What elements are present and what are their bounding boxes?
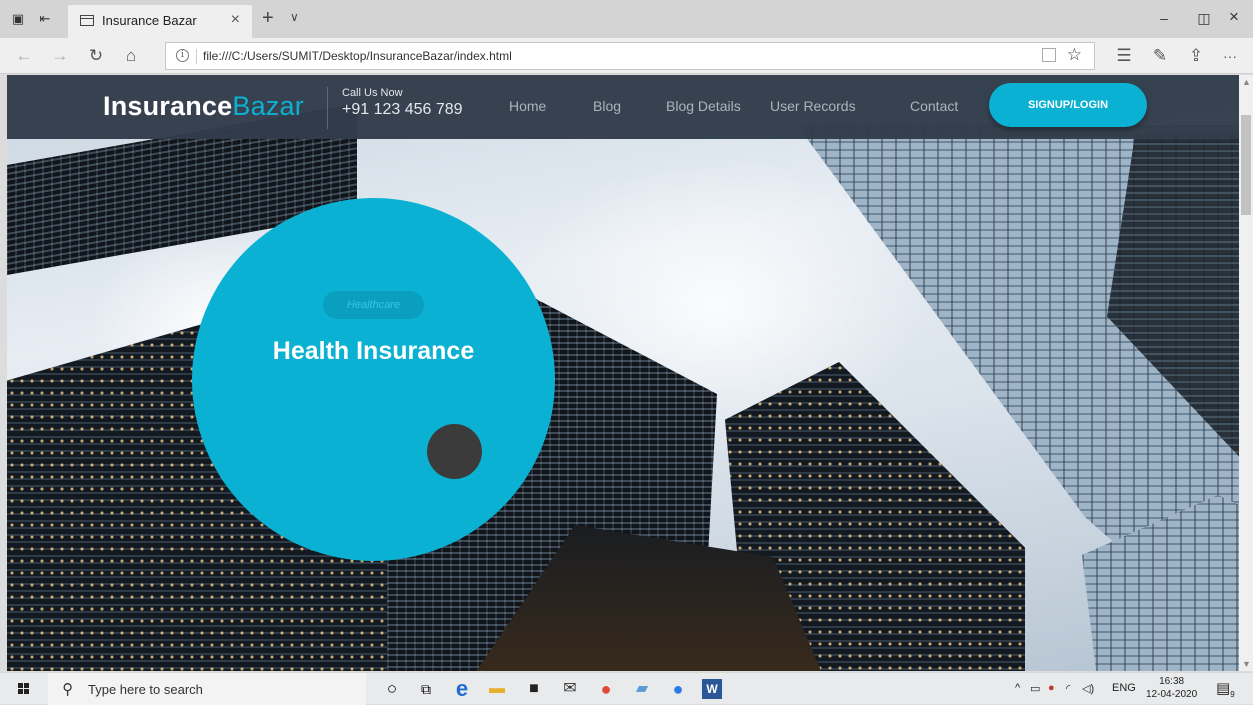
address-separator xyxy=(196,49,197,64)
browser-tab[interactable]: Insurance Bazar × xyxy=(68,5,252,38)
scroll-down-icon[interactable]: ▼ xyxy=(1242,659,1251,669)
photos-icon[interactable]: ▰ xyxy=(630,677,654,701)
site-header: InsuranceBazar Call Us Now +91 123 456 7… xyxy=(7,75,1239,139)
call-number[interactable]: +91 123 456 789 xyxy=(342,101,463,119)
brand-light: Bazar xyxy=(232,91,304,121)
favorites-list-icon[interactable]: ☰ xyxy=(1114,46,1134,66)
notification-center-icon[interactable]: ▤9 xyxy=(1216,679,1235,699)
windows-start-icon[interactable] xyxy=(18,683,30,695)
scroll-up-icon[interactable]: ▲ xyxy=(1242,77,1251,87)
new-tab-icon[interactable]: + xyxy=(262,7,274,30)
call-label: Call Us Now xyxy=(342,87,403,99)
task-view-icon[interactable]: ⧉ xyxy=(414,677,438,701)
taskbar-search[interactable]: ⚲ Type here to search xyxy=(48,673,366,705)
network-error-icon[interactable]: ● xyxy=(1048,682,1055,694)
pen-notes-icon[interactable]: ✎ xyxy=(1150,46,1170,66)
url-text[interactable]: file:///C:/Users/SUMIT/Desktop/Insurance… xyxy=(203,49,512,63)
restore-button[interactable]: ◫ xyxy=(1192,10,1216,27)
header-divider xyxy=(327,87,328,129)
more-menu-icon[interactable]: ··· xyxy=(1220,46,1240,66)
file-explorer-icon[interactable]: ▬ xyxy=(485,677,509,701)
forward-arrow-icon[interactable]: → xyxy=(50,46,70,66)
app-icon[interactable]: ● xyxy=(666,677,690,701)
language-indicator[interactable]: ENG xyxy=(1112,682,1136,694)
play-button[interactable] xyxy=(427,424,482,479)
nav-blog-details[interactable]: Blog Details xyxy=(666,98,741,114)
edge-browser-icon[interactable]: e xyxy=(450,677,474,701)
nav-blog[interactable]: Blog xyxy=(593,98,621,114)
minimize-button[interactable]: – xyxy=(1152,10,1176,26)
system-clock[interactable]: 16:38 12-04-2020 xyxy=(1146,675,1197,701)
tab-preview-chevron-icon[interactable]: ∨ xyxy=(290,10,299,24)
page-scrollbar[interactable]: ▲ ▼ xyxy=(1239,75,1253,671)
store-icon[interactable]: ■ xyxy=(522,677,546,701)
reading-view-icon[interactable] xyxy=(1042,48,1056,62)
page-viewport: InsuranceBazar Call Us Now +91 123 456 7… xyxy=(7,75,1239,671)
windows-taskbar: ⚲ Type here to search ○ ⧉ e ▬ ■ ✉ ● ▰ ● … xyxy=(0,672,1253,705)
nav-user-records[interactable]: User Records xyxy=(770,98,856,114)
nav-home[interactable]: Home xyxy=(509,98,546,114)
scrollbar-thumb[interactable] xyxy=(1241,115,1251,215)
signup-login-button[interactable]: SIGNUP/LOGIN xyxy=(989,83,1147,127)
back-arrow-icon[interactable]: ← xyxy=(14,46,34,66)
refresh-icon[interactable]: ↻ xyxy=(86,46,106,66)
clock-date: 12-04-2020 xyxy=(1146,689,1198,700)
hero-circle xyxy=(192,198,555,561)
home-icon[interactable]: ⌂ xyxy=(121,46,141,66)
browser-tab-strip: ▣ ⇤ Insurance Bazar × + ∨ – ◫ × xyxy=(0,0,1253,38)
tab-close-icon[interactable]: × xyxy=(231,11,240,29)
clock-time: 16:38 xyxy=(1159,676,1185,687)
word-icon[interactable]: W xyxy=(702,679,722,699)
notification-count: 9 xyxy=(1230,690,1235,699)
hero-title: Health Insurance xyxy=(272,337,475,365)
tab-actions-icon[interactable]: ▣ xyxy=(10,11,26,27)
brand-bold: Insurance xyxy=(103,91,233,121)
close-window-button[interactable]: × xyxy=(1222,7,1246,27)
brand-logo[interactable]: InsuranceBazar xyxy=(103,89,304,123)
search-placeholder: Type here to search xyxy=(88,682,203,697)
show-hidden-icons-icon[interactable]: ^ xyxy=(1015,682,1020,694)
battery-icon[interactable]: ▭ xyxy=(1030,682,1040,695)
search-icon: ⚲ xyxy=(62,681,73,698)
chrome-icon[interactable]: ● xyxy=(594,677,618,701)
favorite-star-icon[interactable]: ☆ xyxy=(1067,45,1082,65)
nav-contact[interactable]: Contact xyxy=(910,98,958,114)
category-badge[interactable]: Healthcare xyxy=(323,291,424,319)
mail-icon[interactable]: ✉ xyxy=(558,677,582,701)
set-aside-tabs-icon[interactable]: ⇤ xyxy=(37,11,53,27)
page-icon xyxy=(80,15,94,26)
tab-title: Insurance Bazar xyxy=(102,13,197,28)
address-bar[interactable]: i file:///C:/Users/SUMIT/Desktop/Insuran… xyxy=(165,42,1095,70)
wifi-icon[interactable]: ◜ xyxy=(1066,682,1070,695)
volume-icon[interactable]: ◁) xyxy=(1082,682,1094,695)
info-icon[interactable]: i xyxy=(176,49,189,62)
browser-toolbar: ← → ↻ ⌂ i file:///C:/Users/SUMIT/Desktop… xyxy=(0,38,1253,74)
share-icon[interactable]: ⇪ xyxy=(1186,46,1206,66)
cortana-icon[interactable]: ○ xyxy=(380,677,404,701)
